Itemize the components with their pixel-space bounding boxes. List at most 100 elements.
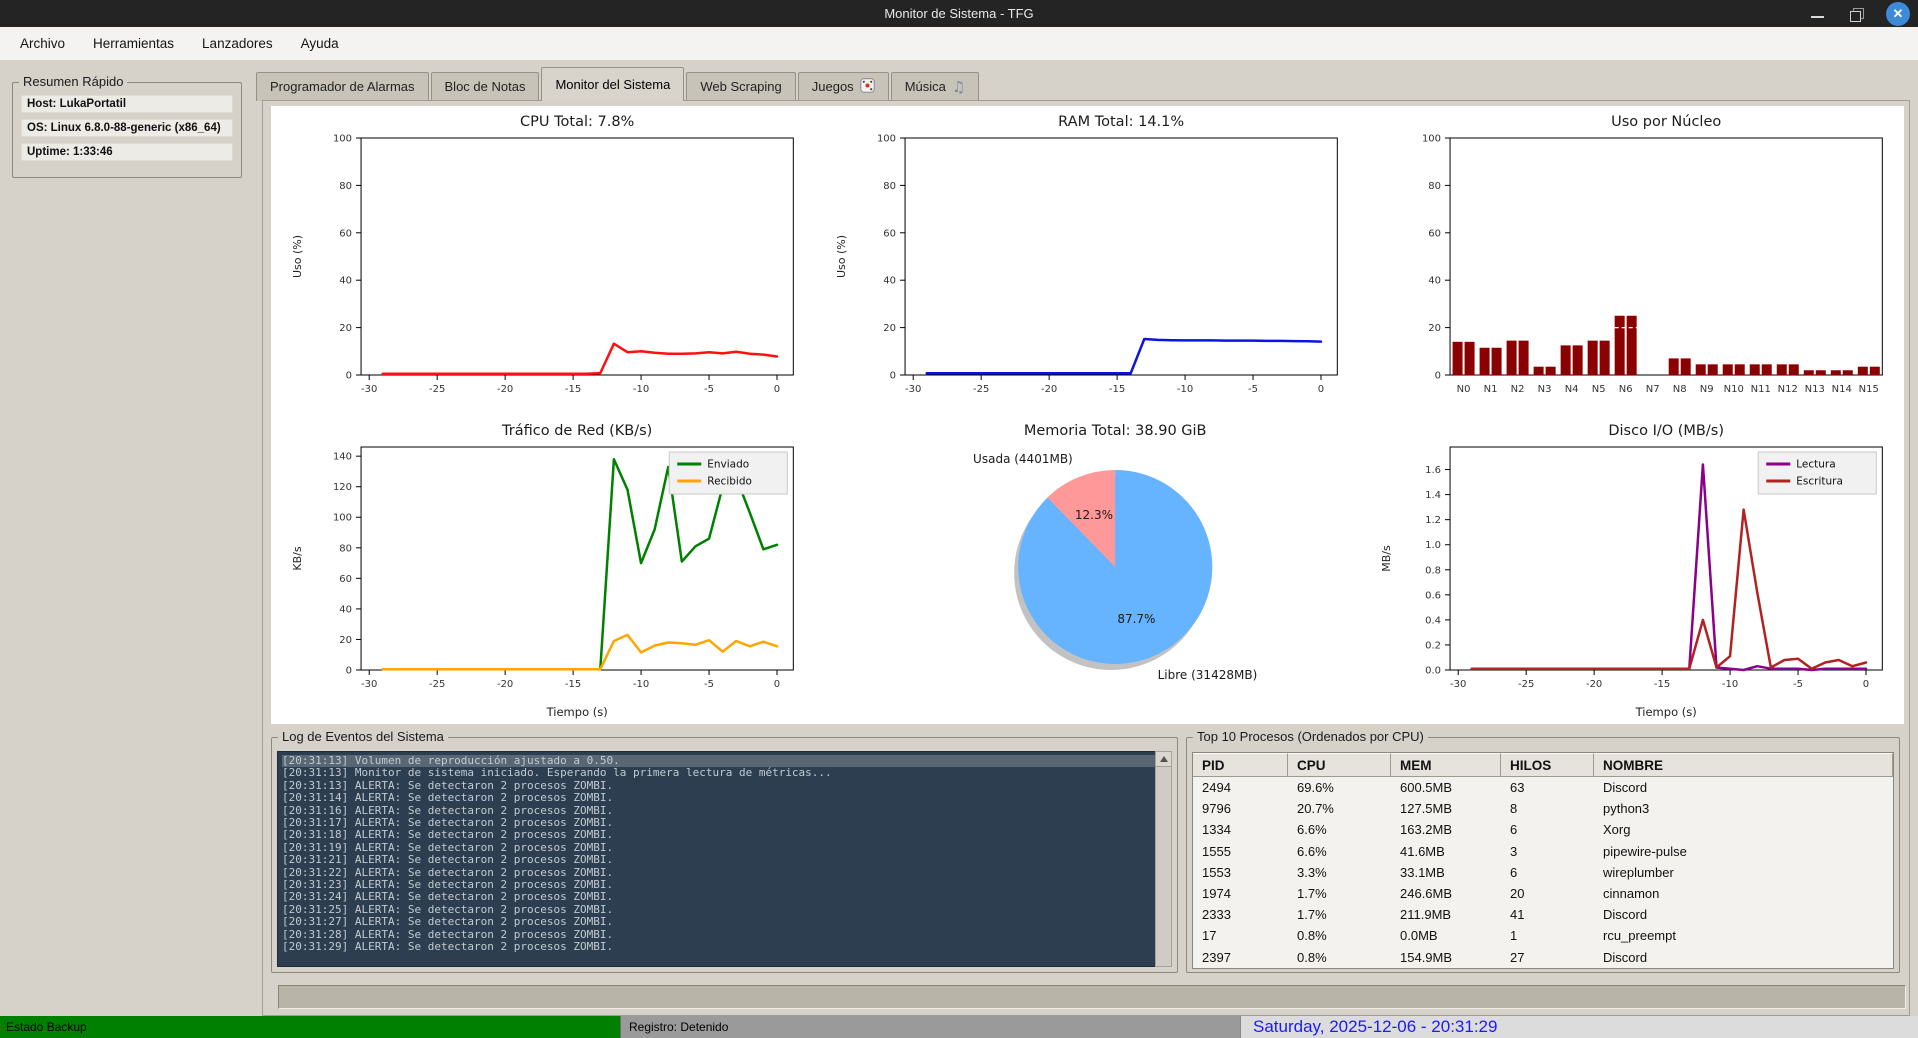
- scroll-up-icon[interactable]: [1156, 752, 1171, 767]
- tab-musica[interactable]: Música ♫: [891, 72, 980, 101]
- svg-text:Memoria Total: 38.90 GiB: Memoria Total: 38.90 GiB: [1024, 423, 1207, 439]
- window-title: Monitor de Sistema - TFG: [0, 0, 1918, 27]
- process-cell: Discord: [1594, 907, 1893, 922]
- menu-archivo[interactable]: Archivo: [6, 27, 79, 61]
- svg-text:60: 60: [1428, 228, 1441, 239]
- svg-text:0.6: 0.6: [1425, 590, 1441, 601]
- process-row[interactable]: 19741.7%246.6MB20cinnamon: [1193, 883, 1893, 904]
- svg-text:N14: N14: [1831, 384, 1851, 395]
- svg-text:-30: -30: [1450, 679, 1466, 690]
- minimize-button[interactable]: [1806, 2, 1830, 26]
- log-scrollbar[interactable]: [1155, 751, 1172, 967]
- tab-bloc-de-notas[interactable]: Bloc de Notas: [431, 72, 540, 101]
- svg-text:0: 0: [1434, 371, 1440, 382]
- svg-text:-30: -30: [905, 384, 921, 395]
- menubar: Archivo Herramientas Lanzadores Ayuda: [0, 27, 1918, 61]
- column-header[interactable]: PID: [1193, 753, 1288, 777]
- svg-text:Recibido: Recibido: [707, 476, 752, 488]
- log-line[interactable]: [20:31:18] ALERTA: Se detectaron 2 proce…: [282, 829, 1156, 841]
- process-cell: 163.2MB: [1391, 822, 1501, 837]
- tab-programador-de-alarmas[interactable]: Programador de Alarmas: [256, 72, 429, 101]
- os-info: OS: Linux 6.8.0-88-generic (x86_64): [21, 119, 233, 137]
- maximize-button[interactable]: [1844, 2, 1868, 26]
- process-cell: 27: [1501, 950, 1594, 965]
- process-cell: 0.8%: [1288, 950, 1391, 965]
- top-processes-groupbox: Top 10 Procesos (Ordenados por CPU) PIDC…: [1186, 737, 1900, 973]
- svg-text:N3: N3: [1537, 384, 1551, 395]
- svg-text:40: 40: [339, 604, 352, 615]
- process-cell: 600.5MB: [1391, 780, 1501, 795]
- column-header[interactable]: HILOS: [1501, 753, 1594, 777]
- process-cell: 20: [1501, 886, 1594, 901]
- process-cell: 1334: [1193, 822, 1288, 837]
- svg-text:Tráfico de Red (KB/s): Tráfico de Red (KB/s): [501, 423, 652, 439]
- menu-herramientas[interactable]: Herramientas: [79, 27, 188, 61]
- backup-status: Estado Backup: [0, 1016, 620, 1038]
- svg-text:-25: -25: [973, 384, 989, 395]
- svg-text:Uso (%): Uso (%): [291, 235, 304, 278]
- process-row[interactable]: 13346.6%163.2MB6Xorg: [1193, 819, 1893, 840]
- svg-text:-5: -5: [1248, 384, 1258, 395]
- close-button[interactable]: ✕: [1886, 2, 1910, 26]
- svg-text:N11: N11: [1750, 384, 1770, 395]
- column-header[interactable]: NOMBRE: [1594, 753, 1893, 777]
- svg-text:0: 0: [1318, 384, 1324, 395]
- svg-text:N12: N12: [1777, 384, 1797, 395]
- svg-text:Uso por Núcleo: Uso por Núcleo: [1611, 114, 1721, 130]
- event-log-console[interactable]: [20:31:13] Volumen de reproducción ajust…: [277, 751, 1157, 967]
- process-row[interactable]: 15556.6%41.6MB3pipewire-pulse: [1193, 841, 1893, 862]
- tab-monitor-del-sistema[interactable]: Monitor del Sistema: [541, 67, 684, 101]
- process-cell: Xorg: [1594, 822, 1893, 837]
- tab-juegos[interactable]: Juegos: [798, 72, 889, 101]
- svg-text:40: 40: [1428, 276, 1441, 287]
- svg-text:80: 80: [339, 181, 352, 192]
- log-line[interactable]: [20:31:27] ALERTA: Se detectaron 2 proce…: [282, 916, 1156, 928]
- charts-panel: CPU Total: 7.8%020406080100Uso (%)-30-25…: [271, 106, 1904, 724]
- svg-text:-20: -20: [1586, 679, 1602, 690]
- memory-pie-chart: Memoria Total: 38.90 GiB12.3%Usada (4401…: [815, 415, 1359, 724]
- svg-text:MB/s: MB/s: [1380, 545, 1393, 572]
- process-cell: Discord: [1594, 780, 1893, 795]
- svg-text:-20: -20: [497, 384, 513, 395]
- process-row[interactable]: 23970.8%154.9MB27Discord: [1193, 947, 1893, 968]
- svg-text:120: 120: [333, 482, 352, 493]
- process-row[interactable]: 249469.6%600.5MB63Discord: [1193, 777, 1893, 798]
- svg-text:Escritura: Escritura: [1796, 476, 1843, 488]
- process-cell: 17: [1193, 928, 1288, 943]
- process-cell: pipewire-pulse: [1594, 844, 1893, 859]
- music-icon: ♫: [952, 73, 965, 101]
- svg-text:-10: -10: [633, 679, 649, 690]
- process-cell: 0.8%: [1288, 928, 1391, 943]
- process-row[interactable]: 15533.3%33.1MB6wireplumber: [1193, 862, 1893, 883]
- process-row[interactable]: 979620.7%127.5MB8python3: [1193, 798, 1893, 819]
- log-line[interactable]: [20:31:21] ALERTA: Se detectaron 2 proce…: [282, 854, 1156, 866]
- process-table[interactable]: PIDCPUMEMHILOSNOMBRE249469.6%600.5MB63Di…: [1192, 752, 1894, 969]
- svg-text:-30: -30: [361, 384, 377, 395]
- menu-lanzadores[interactable]: Lanzadores: [188, 27, 287, 61]
- column-header[interactable]: CPU: [1288, 753, 1391, 777]
- svg-text:0.0: 0.0: [1425, 666, 1441, 677]
- process-cell: 20.7%: [1288, 801, 1391, 816]
- log-line[interactable]: [20:31:13] Monitor de sistema iniciado. …: [282, 767, 1156, 779]
- process-cell: 246.6MB: [1391, 886, 1501, 901]
- process-row[interactable]: 170.8%0.0MB1rcu_preempt: [1193, 925, 1893, 946]
- svg-text:-10: -10: [633, 384, 649, 395]
- column-header[interactable]: MEM: [1391, 753, 1501, 777]
- menu-ayuda[interactable]: Ayuda: [287, 27, 353, 61]
- process-row[interactable]: 23331.7%211.9MB41Discord: [1193, 904, 1893, 925]
- statusbar: Estado Backup Registro: Detenido Saturda…: [0, 1016, 1918, 1038]
- log-line[interactable]: [20:31:24] ALERTA: Se detectaron 2 proce…: [282, 891, 1156, 903]
- log-line[interactable]: [20:31:14] ALERTA: Se detectaron 2 proce…: [282, 792, 1156, 804]
- top-processes-title: Top 10 Procesos (Ordenados por CPU): [1193, 729, 1428, 744]
- process-cell: 1555: [1193, 844, 1288, 859]
- svg-text:N7: N7: [1645, 384, 1659, 395]
- log-line[interactable]: [20:31:29] ALERTA: Se detectaron 2 proce…: [282, 941, 1156, 953]
- svg-text:Usada (4401MB): Usada (4401MB): [973, 452, 1073, 466]
- host-info: Host: LukaPortatil: [21, 95, 233, 113]
- svg-text:RAM Total: 14.1%: RAM Total: 14.1%: [1059, 114, 1185, 130]
- process-cell: 1: [1501, 928, 1594, 943]
- tab-web-scraping[interactable]: Web Scraping: [686, 72, 795, 101]
- process-cell: 1.7%: [1288, 886, 1391, 901]
- svg-text:N5: N5: [1591, 384, 1605, 395]
- svg-text:0.8: 0.8: [1425, 565, 1441, 576]
